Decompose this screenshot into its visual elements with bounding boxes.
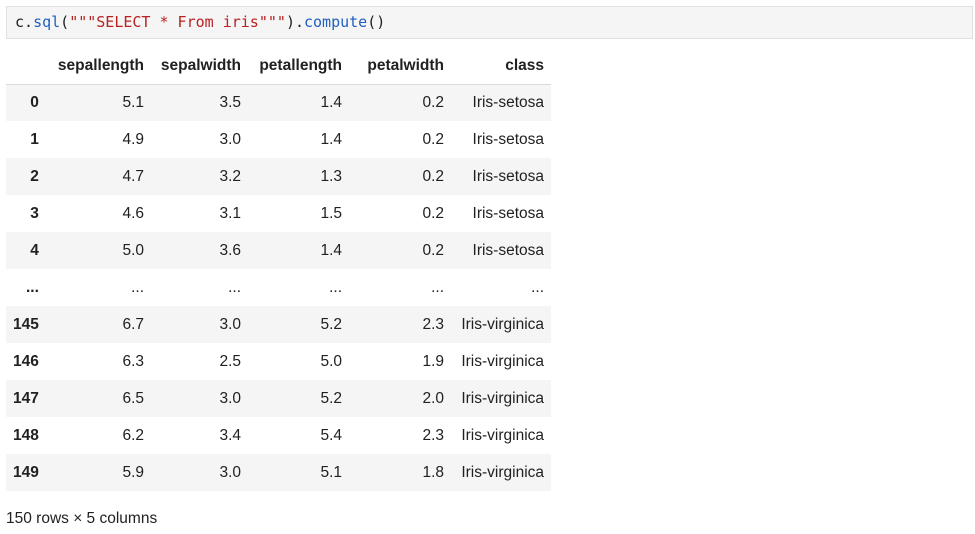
table-row: 145 6.7 3.0 5.2 2.3 Iris-virginica	[6, 306, 552, 343]
cell-class: ...	[531, 278, 545, 296]
row-index: 4	[30, 241, 39, 259]
cell-sepalwidth: 3.2	[219, 167, 242, 185]
cell-sepalwidth: 3.4	[219, 426, 242, 444]
cell-petalwidth: 0.2	[422, 204, 445, 222]
cell-petalwidth: 0.2	[422, 167, 445, 185]
table-row: 1 4.9 3.0 1.4 0.2 Iris-setosa	[6, 121, 552, 158]
cell-class: Iris-setosa	[472, 93, 545, 111]
cell-sepalwidth: 3.5	[219, 93, 242, 111]
cell-sepallength: 6.2	[122, 426, 145, 444]
cell-sepallength: 5.0	[122, 241, 145, 259]
code-token: ()	[367, 13, 386, 31]
cell-class: Iris-virginica	[461, 426, 545, 444]
table-row: 146 6.3 2.5 5.0 1.9 Iris-virginica	[6, 343, 552, 380]
cell-sepallength: 5.1	[122, 93, 145, 111]
table-row: ..................	[6, 269, 552, 306]
code-token: """SELECT * From iris"""	[69, 13, 286, 31]
cell-sepalwidth: ...	[228, 278, 242, 296]
table-row: 0 5.1 3.5 1.4 0.2 Iris-setosa	[6, 84, 552, 121]
table-header-row: sepallength sepalwidth petallength petal…	[6, 48, 552, 85]
code-token: .	[24, 13, 34, 31]
header-index	[6, 48, 51, 85]
cell-petalwidth: ...	[431, 278, 445, 296]
cell-petalwidth: 2.3	[422, 426, 445, 444]
code-token: ).	[285, 13, 304, 31]
table-row: 148 6.2 3.4 5.4 2.3 Iris-virginica	[6, 417, 552, 454]
cell-petallength: 1.4	[320, 130, 343, 148]
row-index: ...	[25, 278, 39, 296]
table-row: 2 4.7 3.2 1.3 0.2 Iris-setosa	[6, 158, 552, 195]
cell-sepalwidth: 3.0	[219, 463, 242, 481]
cell-sepalwidth: 2.5	[219, 352, 242, 370]
cell-class: Iris-setosa	[472, 167, 545, 185]
cell-petalwidth: 0.2	[422, 130, 445, 148]
header-sepallength: sepallength	[50, 48, 152, 85]
cell-petallength: 5.4	[320, 426, 343, 444]
cell-petallength: 5.2	[320, 315, 343, 333]
cell-petallength: ...	[329, 278, 343, 296]
cell-sepallength: 6.3	[122, 352, 145, 370]
cell-sepallength: 6.5	[122, 389, 145, 407]
row-index: 145	[13, 315, 39, 333]
cell-class: Iris-virginica	[461, 352, 545, 370]
table-body: 0 5.1 3.5 1.4 0.2 Iris-setosa 1 4.9 3.0 1.4 0.2 Iri…	[6, 84, 552, 491]
row-index: 3	[30, 204, 39, 222]
cell-class: Iris-virginica	[461, 315, 545, 333]
cell-petallength: 5.2	[320, 389, 343, 407]
cell-petalwidth: 2.0	[422, 389, 445, 407]
cell-class: Iris-setosa	[472, 241, 545, 259]
cell-class: Iris-setosa	[472, 130, 545, 148]
code-input-cell[interactable]: c.sql("""SELECT * From iris""").compute(…	[6, 6, 973, 39]
row-index: 1	[30, 130, 39, 148]
cell-class: Iris-virginica	[461, 389, 545, 407]
cell-sepalwidth: 3.0	[219, 315, 242, 333]
dataframe-shape-label: 150 rows × 5 columns	[6, 510, 158, 527]
header-petallength: petallength	[248, 48, 350, 85]
row-index: 148	[13, 426, 39, 444]
cell-sepallength: 4.9	[122, 130, 145, 148]
cell-petallength: 1.3	[320, 167, 343, 185]
cell-petallength: 1.4	[320, 93, 343, 111]
table-row: 147 6.5 3.0 5.2 2.0 Iris-virginica	[6, 380, 552, 417]
cell-petalwidth: 1.8	[422, 463, 445, 481]
cell-sepallength: ...	[131, 278, 145, 296]
header-petalwidth: petalwidth	[349, 48, 452, 85]
row-index: 149	[13, 463, 39, 481]
cell-petallength: 1.4	[320, 241, 343, 259]
cell-class: Iris-setosa	[472, 204, 545, 222]
row-index: 0	[30, 93, 39, 111]
cell-class: Iris-virginica	[461, 463, 545, 481]
cell-petallength: 5.0	[320, 352, 343, 370]
cell-sepalwidth: 3.1	[219, 204, 242, 222]
cell-sepallength: 4.7	[122, 167, 145, 185]
code-token: c	[15, 13, 25, 31]
cell-petalwidth: 2.3	[422, 315, 445, 333]
row-index: 147	[13, 389, 39, 407]
cell-sepalwidth: 3.6	[219, 241, 242, 259]
cell-petalwidth: 0.2	[422, 241, 445, 259]
code-token: compute	[304, 13, 368, 31]
code-token: sql	[33, 13, 61, 31]
row-index: 146	[13, 352, 39, 370]
cell-petallength: 5.1	[320, 463, 343, 481]
cell-petalwidth: 0.2	[422, 93, 445, 111]
row-index: 2	[30, 167, 39, 185]
table-row: 4 5.0 3.6 1.4 0.2 Iris-setosa	[6, 232, 552, 269]
cell-petalwidth: 1.9	[422, 352, 445, 370]
dataframe-table: sepallength sepalwidth petallength petal…	[6, 48, 552, 491]
cell-sepalwidth: 3.0	[219, 130, 242, 148]
header-class: class	[451, 48, 552, 85]
cell-sepalwidth: 3.0	[219, 389, 242, 407]
header-sepalwidth: sepalwidth	[151, 48, 249, 85]
cell-sepallength: 4.6	[122, 204, 145, 222]
table-row: 149 5.9 3.0 5.1 1.8 Iris-virginica	[6, 454, 552, 491]
cell-petallength: 1.5	[320, 204, 343, 222]
cell-sepallength: 6.7	[122, 315, 145, 333]
code-token: (	[60, 13, 70, 31]
cell-sepallength: 5.9	[122, 463, 145, 481]
table-row: 3 4.6 3.1 1.5 0.2 Iris-setosa	[6, 195, 552, 232]
